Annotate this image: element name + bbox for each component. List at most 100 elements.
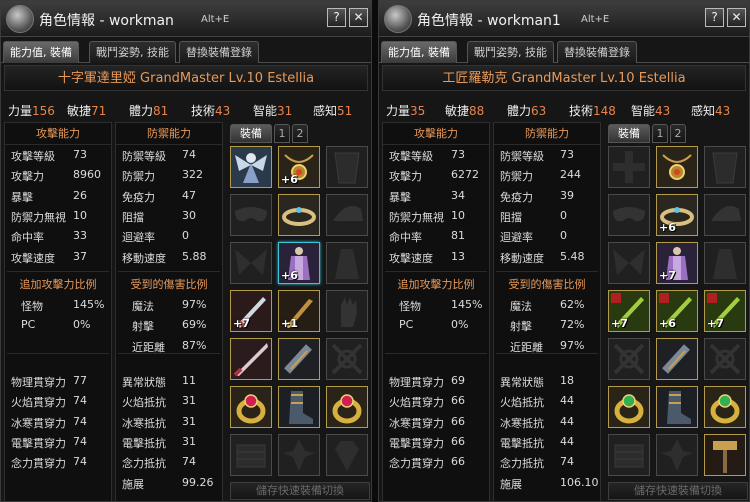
equipment-slot[interactable] bbox=[608, 194, 650, 236]
stat-row-label: 魔法 bbox=[132, 300, 154, 313]
equipment-slot[interactable] bbox=[704, 386, 746, 428]
equipment-slot[interactable]: +6 bbox=[278, 242, 320, 284]
stat-row: 電擊貫穿力 66 bbox=[389, 435, 485, 451]
stat-value: 71 bbox=[91, 104, 107, 118]
window-tabs: 能力值, 裝備 戰鬥姿勢, 技能 替換裝備登錄 bbox=[1, 39, 371, 63]
wings-placeholder-icon bbox=[613, 249, 645, 275]
equipment-set-tab-2[interactable]: 2 bbox=[670, 124, 686, 143]
equipment-slot[interactable] bbox=[230, 194, 272, 236]
equipment-slot[interactable] bbox=[278, 434, 320, 476]
equipment-slot[interactable] bbox=[326, 338, 368, 380]
equipment-slot[interactable] bbox=[326, 242, 368, 284]
character-avatar-icon bbox=[384, 5, 412, 33]
stat-row: 冰寒抵抗 31 bbox=[122, 415, 218, 431]
enhance-level: +1 bbox=[281, 317, 298, 330]
stat-row-label: 攻擊等級 bbox=[11, 150, 55, 163]
equipment-slot[interactable] bbox=[608, 434, 650, 476]
stat-value: 63 bbox=[531, 104, 547, 118]
save-quick-swap-button[interactable]: 儲存快速裝備切換 bbox=[608, 482, 748, 500]
stat-label: 敏捷 bbox=[67, 104, 92, 118]
equipment-slot[interactable] bbox=[704, 338, 746, 380]
equipment-slot[interactable] bbox=[230, 242, 272, 284]
equipment-set-tab-1[interactable]: 1 bbox=[274, 124, 290, 143]
stat-row-label: 防禦等級 bbox=[500, 150, 544, 163]
section-title: 追加攻擊力比例 bbox=[19, 278, 97, 291]
title-bar[interactable]: 角色情報 - workman1 Alt+E? ✕ bbox=[379, 1, 749, 37]
character-info-window-right: 角色情報 - workman1 Alt+E? ✕ 能力值, 裝備 戰鬥姿勢, 技能 替換裝… bbox=[378, 0, 750, 502]
close-button[interactable]: ✕ bbox=[349, 8, 368, 27]
equipment-slot[interactable] bbox=[704, 434, 746, 476]
equipment-slot[interactable]: +6 bbox=[278, 146, 320, 188]
stat-row-label: 免疫力 bbox=[122, 190, 155, 204]
save-quick-swap-button[interactable]: 儲存快速裝備切換 bbox=[230, 482, 370, 500]
equipment-panel: 裝備 1 2 +6 +7 +7 +6 +7 儲存快速裝備切換 bbox=[604, 122, 749, 501]
stat-row-label: 迴避率 bbox=[122, 231, 155, 245]
equipment-slot[interactable] bbox=[230, 338, 272, 380]
equipment-slot[interactable]: +1 bbox=[278, 290, 320, 332]
equipment-slot[interactable] bbox=[656, 434, 698, 476]
stat-row-label: 攻擊等級 bbox=[389, 150, 433, 163]
equipment-slot[interactable] bbox=[608, 386, 650, 428]
equipment-slot[interactable] bbox=[230, 146, 272, 188]
equipment-slot[interactable] bbox=[278, 194, 320, 236]
equipment-slot[interactable]: +7 bbox=[608, 290, 650, 332]
equipment-set-tab-2[interactable]: 2 bbox=[292, 124, 308, 143]
equipment-slot[interactable] bbox=[608, 146, 650, 188]
equipment-slot[interactable] bbox=[326, 290, 368, 332]
stat-row-label: 火焰抵抗 bbox=[122, 396, 166, 410]
equipment-slot[interactable] bbox=[704, 146, 746, 188]
tab-stats-equipment[interactable]: 能力值, 裝備 bbox=[381, 41, 457, 63]
divider bbox=[118, 353, 220, 354]
equipment-slot[interactable] bbox=[704, 242, 746, 284]
equipment-slot[interactable]: +7 bbox=[656, 242, 698, 284]
enhance-level: +7 bbox=[707, 317, 724, 330]
tab-swap-equipment[interactable]: 替換裝備登錄 bbox=[557, 41, 637, 63]
stat-row-label: 防禦力無視 bbox=[11, 210, 66, 224]
equipment-slot[interactable] bbox=[326, 386, 368, 428]
tab-stats-equipment[interactable]: 能力值, 裝備 bbox=[3, 41, 79, 63]
title-bar[interactable]: 角色情報 - workman Alt+E? ✕ bbox=[1, 1, 371, 37]
equipment-set-tab-0[interactable]: 裝備 bbox=[608, 124, 650, 143]
equipment-slot[interactable]: +7 bbox=[704, 290, 746, 332]
equipment-slot[interactable] bbox=[656, 386, 698, 428]
stat-row-value: 18 bbox=[560, 374, 574, 387]
stat-row-value: 74 bbox=[73, 455, 87, 469]
stat-row: 攻擊等級 73 bbox=[389, 148, 485, 164]
mask-placeholder-icon bbox=[613, 207, 645, 222]
stat-row: 攻擊等級 73 bbox=[11, 148, 107, 164]
window-title: 角色情報 - workman1 bbox=[417, 13, 561, 29]
weapon-placeholder-icon bbox=[613, 343, 645, 375]
equipment-slot[interactable] bbox=[704, 194, 746, 236]
stat-row-value: 26 bbox=[73, 188, 87, 202]
equipment-slot[interactable] bbox=[230, 434, 272, 476]
help-button[interactable]: ? bbox=[705, 8, 724, 27]
equipment-slot[interactable] bbox=[278, 386, 320, 428]
equipment-set-tab-0[interactable]: 裝備 bbox=[230, 124, 272, 143]
stat-row-label: 念力貫穿力 bbox=[389, 457, 444, 471]
equipment-slot[interactable]: +7 bbox=[230, 290, 272, 332]
tab-combat-stance-skills[interactable]: 戰鬥姿勢, 技能 bbox=[467, 41, 554, 63]
stat-row-label: 阻擋 bbox=[122, 210, 144, 224]
stat-row-value: 69 bbox=[451, 374, 465, 387]
equipment-slot[interactable] bbox=[326, 146, 368, 188]
help-button[interactable]: ? bbox=[327, 8, 346, 27]
tab-combat-stance-skills[interactable]: 戰鬥姿勢, 技能 bbox=[89, 41, 176, 63]
stat-row-label: 異常狀態 bbox=[122, 376, 166, 389]
equipment-slot[interactable] bbox=[326, 194, 368, 236]
stat-row-value: 66 bbox=[451, 455, 465, 469]
stat-row-label: 魔法 bbox=[510, 300, 532, 313]
equipment-slot[interactable] bbox=[278, 338, 320, 380]
tab-swap-equipment[interactable]: 替換裝備登錄 bbox=[179, 41, 259, 63]
stat-row: 迴避率 0 bbox=[500, 229, 596, 245]
equipment-slot[interactable] bbox=[656, 146, 698, 188]
equipment-set-tab-1[interactable]: 1 bbox=[652, 124, 668, 143]
equipment-slot[interactable] bbox=[608, 338, 650, 380]
equipment-slot[interactable] bbox=[608, 242, 650, 284]
close-button[interactable]: ✕ bbox=[727, 8, 746, 27]
equipment-slot[interactable] bbox=[230, 386, 272, 428]
equipment-slot[interactable]: +6 bbox=[656, 290, 698, 332]
equipment-slot[interactable] bbox=[326, 434, 368, 476]
divider bbox=[496, 271, 598, 272]
equipment-slot[interactable] bbox=[656, 338, 698, 380]
equipment-slot[interactable]: +6 bbox=[656, 194, 698, 236]
